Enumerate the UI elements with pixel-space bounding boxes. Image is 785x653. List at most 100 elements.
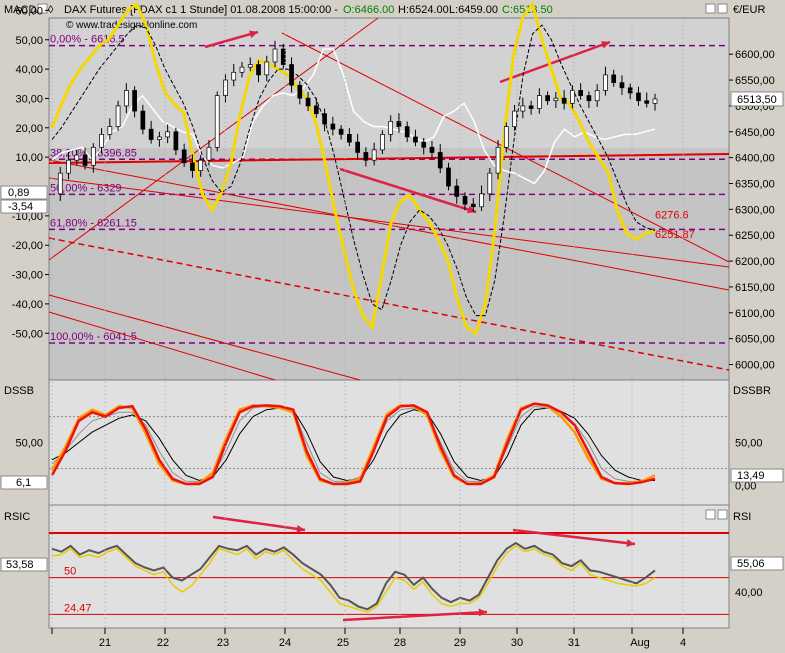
macd-tick-label: -50,00 — [12, 328, 43, 340]
rsi-right-tick: 40,00 — [735, 587, 763, 599]
candle-body — [239, 66, 245, 73]
candle-body — [578, 90, 584, 96]
candle-body — [520, 105, 526, 112]
macd-value-flag-label: 0,89 — [8, 187, 29, 199]
macd-tick-label: 50,00 — [15, 35, 43, 47]
price-tick-label: 6250,00 — [735, 230, 775, 242]
rsi-close-icon[interactable] — [717, 509, 728, 520]
macd-value-flag-label: -3,54 — [8, 201, 33, 213]
candle-body — [305, 97, 311, 107]
dssb-right-tick: 50,00 — [735, 438, 763, 450]
candle-body — [214, 95, 220, 148]
candle-body — [57, 172, 63, 195]
candle-body — [140, 110, 146, 130]
candle-body — [470, 203, 476, 208]
candle-body — [90, 146, 96, 166]
x-tick-label: 4 — [680, 637, 686, 649]
candle-body — [347, 134, 352, 143]
candle-body — [231, 71, 237, 81]
candle-body — [594, 90, 600, 102]
candle-body — [446, 167, 451, 187]
close-price-flag-label: 6513,50 — [737, 94, 777, 106]
candle-body — [247, 64, 253, 68]
rsi-level-label: 50 — [64, 566, 76, 578]
candle-body — [74, 154, 80, 161]
price-tick-label: 6450,00 — [735, 127, 775, 139]
candle-body — [330, 123, 336, 130]
candle-body — [570, 90, 575, 104]
candle-body — [528, 105, 534, 109]
candle-body — [487, 172, 493, 195]
high-value: H:6524.00 — [398, 4, 449, 16]
fibonacci-level-label: 100,00% - 6041.5 — [50, 331, 137, 343]
candle-body — [99, 134, 104, 148]
rsi-title: RSI — [733, 511, 751, 523]
candle-body — [512, 110, 517, 127]
candle-body — [652, 98, 658, 104]
rsic-panel-background — [48, 504, 730, 629]
candle-body — [297, 84, 303, 99]
candle-body — [107, 126, 113, 135]
x-tick-label: 25 — [337, 637, 349, 649]
x-tick-label: 24 — [279, 637, 291, 649]
price-panel-lower-zone — [49, 148, 729, 380]
macd-tick-label: -30,00 — [12, 270, 43, 282]
rsi-right-flag-label: 55,06 — [737, 558, 765, 570]
candle-body — [404, 126, 410, 138]
x-tick-label: 21 — [99, 637, 111, 649]
candle-body — [313, 105, 319, 115]
candle-body — [198, 159, 204, 171]
candle-body — [603, 74, 608, 91]
candle-body — [264, 61, 270, 76]
candle-body — [148, 128, 154, 140]
candle-body — [66, 159, 71, 174]
dssbr-title: DSSBR — [733, 385, 771, 397]
candle-body — [123, 90, 129, 107]
open-value: O:6466.00 — [343, 4, 394, 16]
price-tick-label: 6550,00 — [735, 75, 775, 87]
candle-body — [272, 48, 278, 63]
rsi-minimize-icon[interactable] — [705, 509, 716, 520]
candle-body — [157, 136, 162, 140]
price-tick-label: 6000,00 — [735, 359, 775, 371]
candle-body — [355, 141, 360, 153]
price-tick-label: 6600,00 — [735, 49, 775, 61]
instrument-label: DAX Futures [FDAX c1 1 Stunde] 01.08.200… — [64, 4, 338, 16]
macd-tick-label: 30,00 — [15, 93, 43, 105]
rsi-left-flag-label: 53,58 — [6, 559, 34, 571]
candle-body — [132, 90, 137, 112]
candle-body — [437, 152, 443, 169]
macd-tick-label: -40,00 — [12, 299, 43, 311]
x-tick-label: 30 — [511, 637, 523, 649]
chart-canvas: MACDA ◊ DAX Futures [FDAX c1 1 Stunde] 0… — [0, 0, 785, 653]
price-tick-label: 6050,00 — [735, 334, 775, 346]
panel-close-icon[interactable] — [717, 3, 728, 14]
macd-tick-label: 20,00 — [15, 123, 43, 135]
x-tick-label: 29 — [454, 637, 466, 649]
candle-body — [503, 126, 509, 148]
price-tick-label: 6400,00 — [735, 153, 775, 165]
candle-body — [454, 185, 460, 197]
candle-body — [537, 95, 542, 109]
candle-body — [495, 146, 501, 174]
rsic-title: RSIC — [4, 511, 30, 523]
candle-body — [561, 97, 567, 104]
panel-minimize-icon[interactable] — [705, 3, 716, 14]
candle-body — [165, 131, 170, 138]
price-tick-label: 6300,00 — [735, 204, 775, 216]
candle-body — [363, 152, 369, 161]
candle-body — [190, 162, 195, 171]
candle-body — [371, 149, 377, 161]
dssb-left-tick: 50,00 — [15, 438, 43, 450]
candle-body — [586, 95, 592, 102]
candle-body — [82, 154, 88, 166]
rsi-level-label: 24.47 — [64, 602, 92, 614]
low-value: L:6459.00 — [449, 4, 498, 16]
unit-title: €/EUR — [733, 4, 765, 16]
candle-body — [380, 134, 385, 151]
candle-body — [289, 64, 294, 86]
dssb-right-flag-label: 13,49 — [737, 470, 765, 482]
candle-body — [545, 95, 550, 102]
x-tick-label: 23 — [217, 637, 229, 649]
candle-body — [413, 136, 418, 143]
